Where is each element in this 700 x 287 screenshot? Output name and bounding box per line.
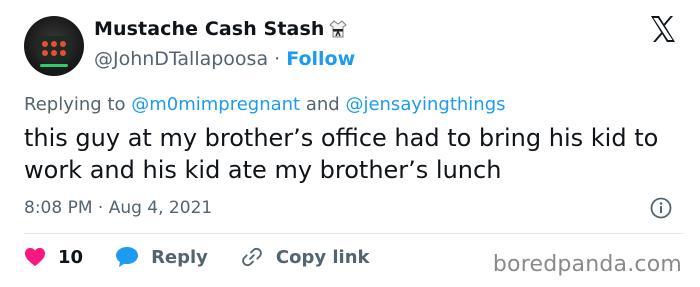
copy-link-button[interactable]: Copy link — [240, 246, 370, 268]
avatar-dot — [42, 41, 48, 47]
author-name-row: Mustache Cash Stash — [94, 18, 348, 40]
separator-dot: · — [274, 48, 281, 70]
avatar[interactable] — [24, 16, 84, 76]
mention-link[interactable]: @m0mimpregnant — [131, 94, 300, 115]
tweet-timestamp[interactable]: 8:08 PM · Aug 4, 2021 — [24, 198, 212, 218]
avatar-dot — [60, 50, 66, 56]
reply-button[interactable]: Reply — [115, 246, 208, 268]
watermark: boredpanda.com — [492, 252, 682, 277]
follow-link[interactable]: Follow — [286, 48, 355, 70]
copy-link-label: Copy link — [275, 246, 370, 268]
avatar-dot — [42, 50, 48, 56]
avatar-bar — [40, 64, 68, 67]
reply-prefix: Replying to — [24, 94, 126, 115]
like-button[interactable]: 10 — [24, 247, 83, 268]
mention-link[interactable]: @jensayingthings — [345, 94, 505, 115]
reply-conjunction: and — [305, 94, 340, 115]
speech-bubble-icon — [116, 247, 139, 267]
action-bar: 10 Reply Copy link — [24, 246, 402, 268]
avatar-screen — [37, 36, 71, 60]
reply-context: Replying to @m0mimpregnant and @jensayin… — [24, 94, 506, 115]
heart-icon — [25, 247, 45, 267]
reply-label: Reply — [151, 246, 208, 268]
avatar-dot — [51, 50, 57, 56]
author-display-name[interactable]: Mustache Cash Stash — [94, 18, 324, 40]
karate-uniform-icon — [328, 19, 348, 39]
tweet-text: this guy at my brother’s office had to b… — [24, 124, 659, 184]
like-count: 10 — [58, 246, 84, 268]
avatar-dot — [51, 41, 57, 47]
divider — [24, 233, 684, 234]
author-handle-row: @JohnDTallapoosa · Follow — [94, 48, 355, 70]
author-handle[interactable]: @JohnDTallapoosa — [94, 48, 268, 70]
link-icon — [242, 247, 262, 267]
avatar-dot — [60, 41, 66, 47]
info-icon[interactable] — [650, 197, 672, 219]
x-logo-icon[interactable] — [648, 14, 678, 44]
